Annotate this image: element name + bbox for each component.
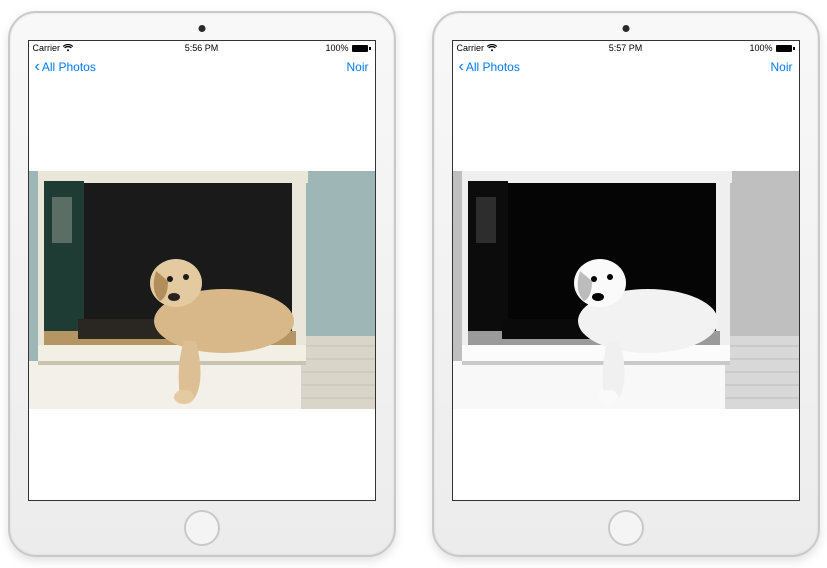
filter-action-button[interactable]: Noir [346,60,368,74]
status-right: 100% [749,43,794,53]
battery-icon [352,45,371,52]
status-bar: Carrier 5:57 PM 100% [453,41,799,55]
status-time: 5:56 PM [185,43,219,53]
battery-percent: 100% [325,43,348,53]
wifi-icon [487,44,497,52]
home-button[interactable] [608,510,644,546]
status-right: 100% [325,43,370,53]
back-button[interactable]: ‹ All Photos [459,60,520,75]
chevron-left-icon: ‹ [35,59,40,75]
status-time: 5:57 PM [609,43,643,53]
status-bar: Carrier 5:56 PM 100% [29,41,375,55]
ipad-left: Carrier 5:56 PM 100% ‹ All Photos Noir [8,11,396,557]
ipad-right: Carrier 5:57 PM 100% ‹ All Photos Noir [432,11,820,557]
home-button[interactable] [184,510,220,546]
photo-viewer[interactable] [29,79,375,500]
photo-color [29,171,375,409]
back-label: All Photos [466,60,520,74]
screen: Carrier 5:56 PM 100% ‹ All Photos Noir [28,40,376,501]
status-left: Carrier [33,43,74,53]
carrier-label: Carrier [457,43,485,53]
wifi-icon [63,44,73,52]
screen: Carrier 5:57 PM 100% ‹ All Photos Noir [452,40,800,501]
camera-dot [622,25,629,32]
camera-dot [198,25,205,32]
back-button[interactable]: ‹ All Photos [35,60,96,75]
battery-percent: 100% [749,43,772,53]
photo-noir [453,171,799,409]
back-label: All Photos [42,60,96,74]
status-left: Carrier [457,43,498,53]
photo-viewer[interactable] [453,79,799,500]
carrier-label: Carrier [33,43,61,53]
nav-bar: ‹ All Photos Noir [29,55,375,79]
nav-bar: ‹ All Photos Noir [453,55,799,79]
battery-icon [776,45,795,52]
filter-action-button[interactable]: Noir [770,60,792,74]
chevron-left-icon: ‹ [459,59,464,75]
